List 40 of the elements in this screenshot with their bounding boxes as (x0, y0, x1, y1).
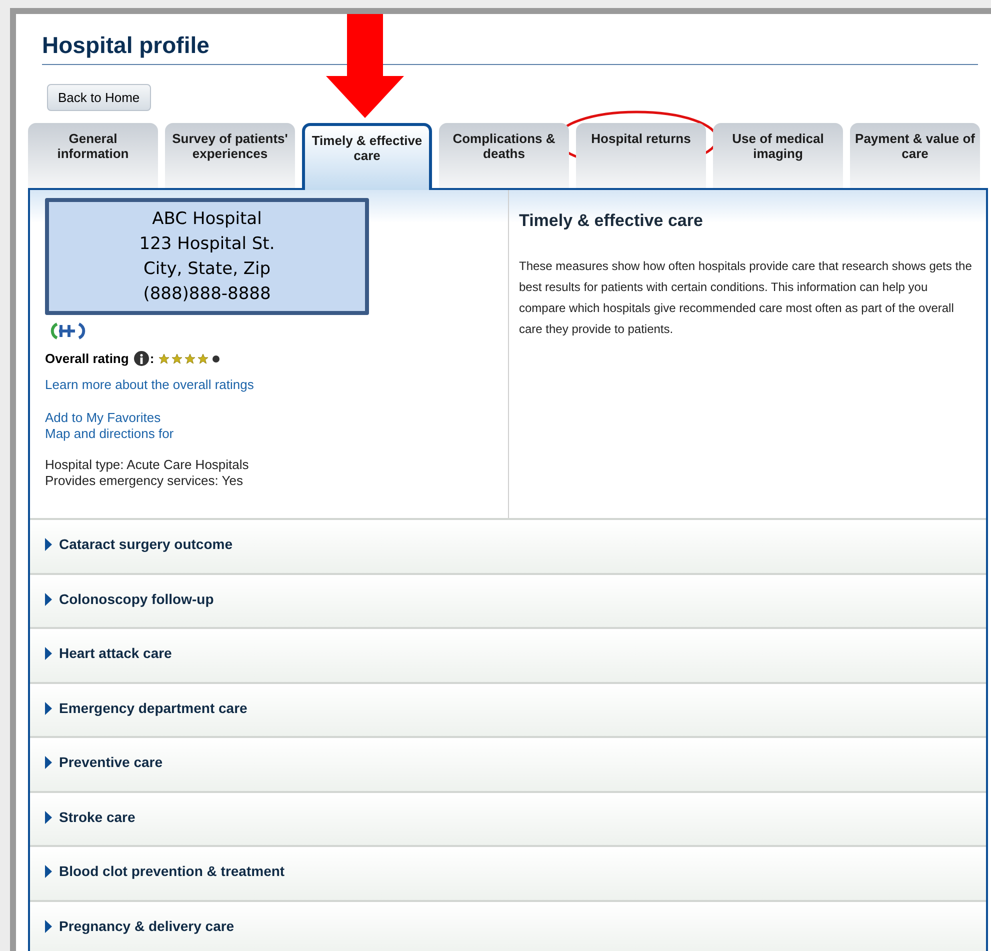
accordion-item[interactable]: Cataract surgery outcome (30, 518, 986, 572)
caret-right-icon (44, 592, 53, 606)
section-title: Timely & effective care (519, 210, 704, 232)
caret-right-icon (44, 920, 53, 932)
accordion-item[interactable]: Emergency department care (30, 682, 986, 736)
section-description: These measures show how often hospitals provide care that research shows gets the best results for patients with certain conditions. This information can help you compare which hospitals give recommended care most often as part of the overall care they provide to patients. (519, 258, 972, 338)
tab[interactable]: Complications & deaths (439, 123, 569, 188)
logo-icon (49, 321, 87, 341)
address-line: City, State, Zip (143, 258, 271, 280)
tab[interactable]: Timely & effective care (302, 123, 432, 190)
tab[interactable]: Survey of patients' experiences (165, 123, 295, 188)
hospital-detail: Hospital type: Acute Care Hospitals (45, 456, 250, 472)
caret-right-icon (44, 538, 53, 551)
accordion-item[interactable]: Colonoscopy follow-up (30, 572, 986, 627)
rating-label: Overall rating (45, 350, 129, 368)
accordion-item[interactable]: Stroke care (30, 790, 986, 845)
tab[interactable]: Payment & value of care (850, 123, 980, 188)
caret-right-icon (44, 810, 53, 824)
caret-right-icon (44, 702, 53, 714)
profile-link[interactable]: Add to My Favorites (45, 410, 161, 426)
accordion-item[interactable]: Pregnancy & delivery care (30, 900, 986, 951)
accordion-item[interactable]: Heart attack care (30, 627, 986, 682)
profile-link[interactable]: Map and directions for (45, 426, 174, 442)
tab[interactable]: Use of medical imaging (713, 123, 843, 188)
caret-right-icon (44, 756, 53, 769)
address-line: (888)888-8888 (143, 282, 271, 306)
tab[interactable]: General information (28, 123, 158, 188)
ratings-link[interactable]: Learn more about the overall ratings (45, 376, 254, 392)
caret-right-icon (44, 647, 53, 660)
accordion-item[interactable]: Blood clot prevention & treatment (30, 845, 986, 900)
page-title: Hospital profile (42, 31, 210, 60)
info-icon[interactable] (134, 351, 149, 366)
rating-colon: : (150, 350, 154, 368)
back-button[interactable]: Back to Home (47, 84, 151, 111)
address-line: 123 Hospital St. (139, 232, 275, 256)
caret-right-icon (44, 865, 53, 878)
accordion-item[interactable]: Preventive care (30, 736, 986, 790)
address-line: ABC Hospital (152, 208, 262, 230)
tab[interactable]: Hospital returns (576, 123, 706, 188)
hospital-detail: Provides emergency services: Yes (45, 472, 244, 488)
